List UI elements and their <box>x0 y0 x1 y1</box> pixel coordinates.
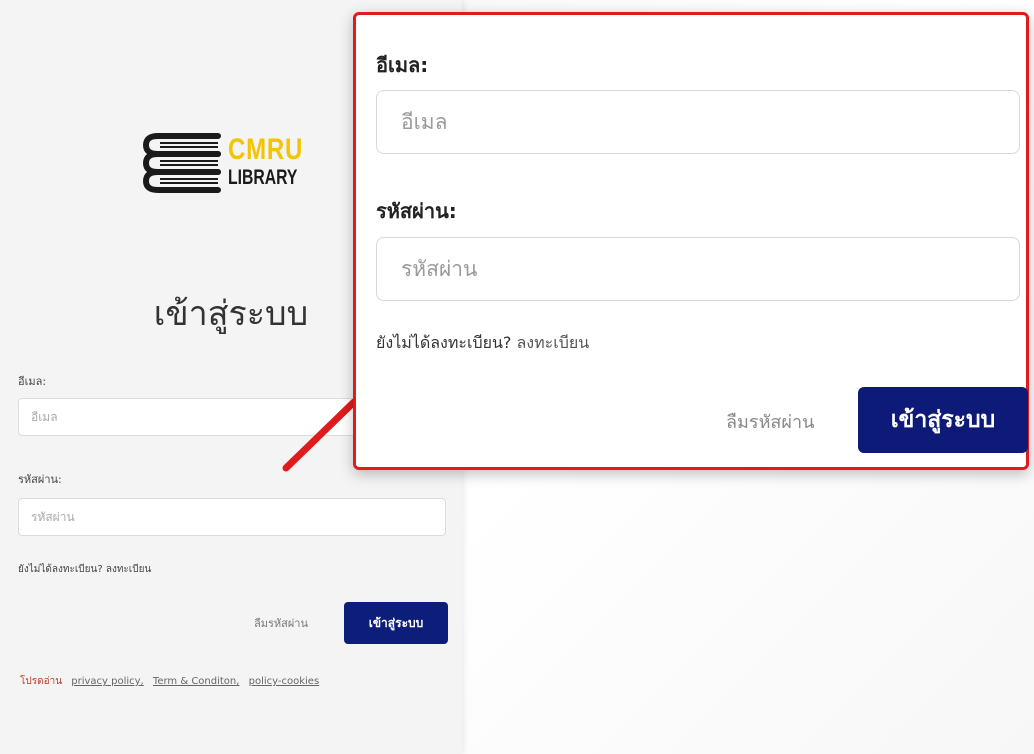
register-link[interactable]: ลงทะเบียน <box>106 564 151 575</box>
zoom-email-label: อีเมล: <box>376 53 429 77</box>
register-prompt: ยังไม่ได้ลงทะเบียน? ลงทะเบียน <box>18 562 151 577</box>
zoom-email-placeholder: อีเมล <box>401 109 448 134</box>
zoom-register-prompt: ยังไม่ได้ลงทะเบียน? ลงทะเบียน <box>376 331 589 356</box>
zoom-password-placeholder: รหัสผ่าน <box>401 256 478 281</box>
zoomed-login-form: อีเมล: อีเมล รหัสผ่าน: รหัสผ่าน ยังไม่ได… <box>353 12 1029 470</box>
zoom-forgot-password-link[interactable]: ลืมรหัสผ่าน <box>726 407 814 436</box>
email-label: อีเมล: <box>18 375 47 388</box>
logo-cmru-text: CMRU <box>228 132 304 166</box>
policy-prefix: โปรดอ่าน <box>20 676 63 687</box>
privacy-policy-link[interactable]: privacy policy, <box>71 676 144 687</box>
zoom-email-field[interactable]: อีเมล <box>376 90 1020 154</box>
logo-text: CMRU LIBRARY <box>228 132 322 189</box>
zoom-login-button[interactable]: เข้าสู่ระบบ <box>858 387 1028 453</box>
forgot-password-link[interactable]: ลืมรหัสผ่าน <box>254 614 308 632</box>
email-placeholder: อีเมล <box>31 409 58 424</box>
zoom-register-prompt-text: ยังไม่ได้ลงทะเบียน? <box>376 333 512 352</box>
cmru-library-logo: CMRU LIBRARY <box>140 128 322 194</box>
policy-notice: โปรดอ่าน privacy policy, Term & Conditon… <box>20 674 319 689</box>
zoom-register-link[interactable]: ลงทะเบียน <box>517 333 590 352</box>
zoom-password-field[interactable]: รหัสผ่าน <box>376 237 1020 301</box>
books-stack-icon <box>142 133 221 193</box>
logo-library-text: LIBRARY <box>228 165 298 189</box>
password-label: รหัสผ่าน: <box>18 473 62 486</box>
password-placeholder: รหัสผ่าน <box>31 509 75 524</box>
register-prompt-text: ยังไม่ได้ลงทะเบียน? <box>18 564 103 575</box>
zoom-password-label: รหัสผ่าน: <box>376 199 457 223</box>
password-field[interactable]: รหัสผ่าน <box>18 498 446 536</box>
login-button[interactable]: เข้าสู่ระบบ <box>344 602 448 644</box>
cookies-policy-link[interactable]: policy-cookies <box>249 676 320 687</box>
terms-link[interactable]: Term & Conditon, <box>153 676 240 687</box>
